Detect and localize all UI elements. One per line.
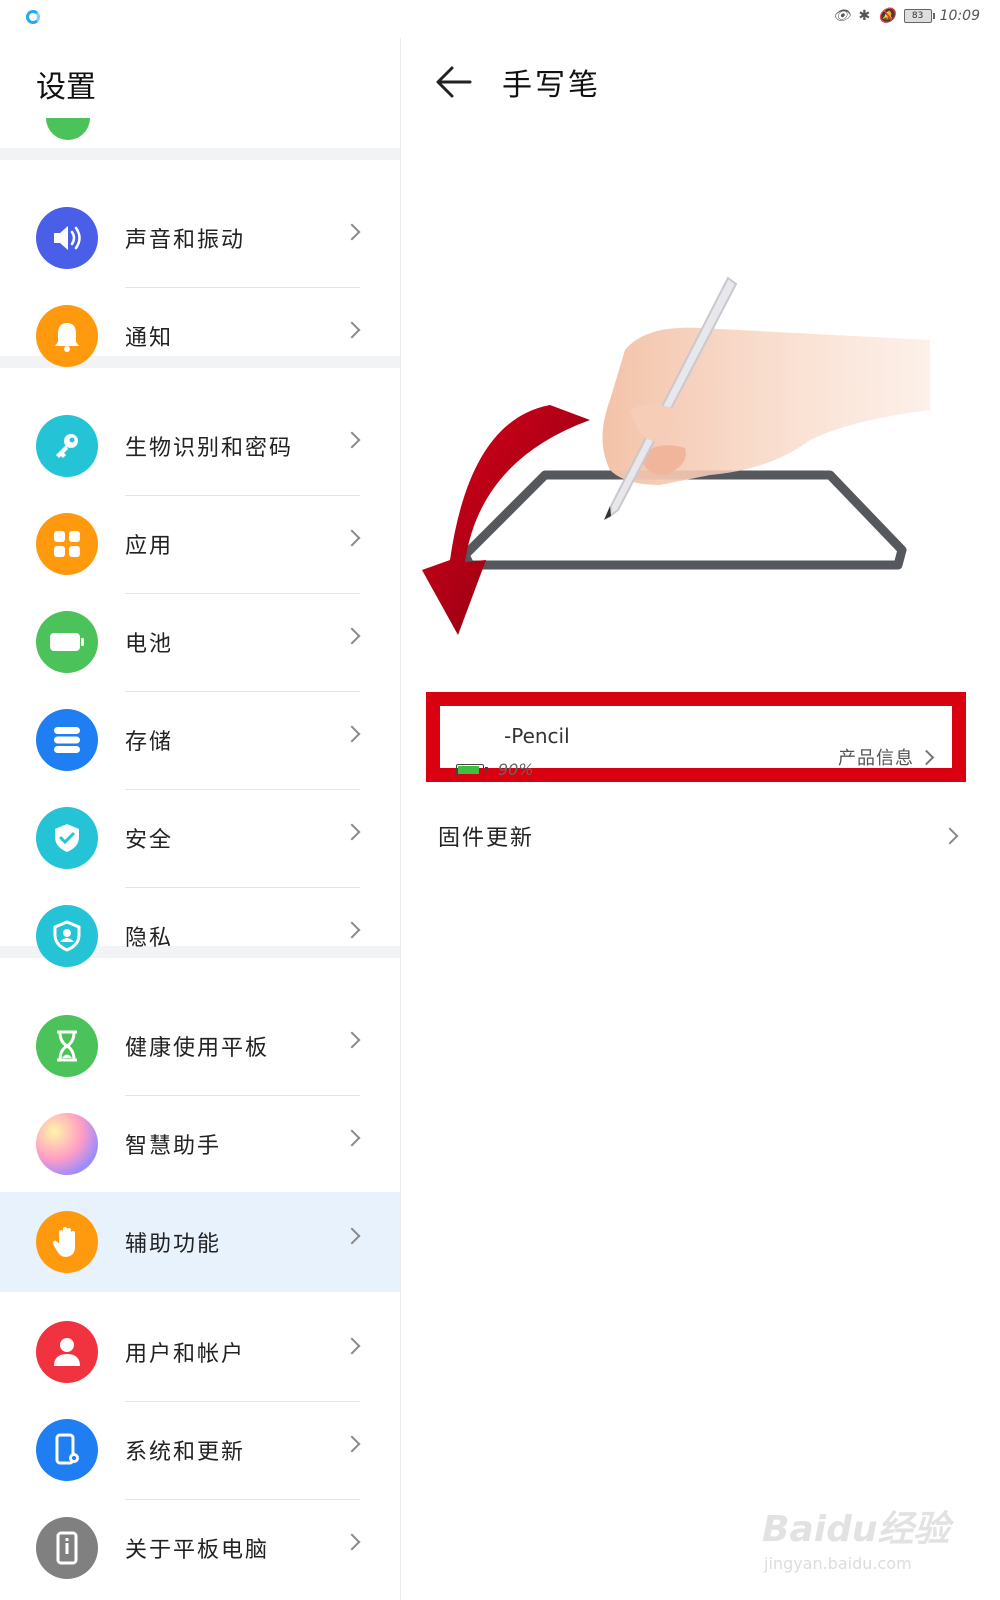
stylus-illustration — [410, 270, 1000, 650]
sidebar-item-label: 声音和振动 — [125, 228, 246, 253]
assistant-orb-icon — [36, 1113, 98, 1175]
apps-grid-icon — [36, 513, 98, 575]
chevron-right-icon — [343, 823, 361, 841]
sidebar-item[interactable]: 系统和更新 — [0, 1400, 400, 1500]
sidebar-item-label: 智慧助手 — [125, 1134, 222, 1159]
pencil-name: -Pencil — [504, 724, 570, 748]
sidebar-item[interactable]: 电池 — [0, 592, 400, 692]
sidebar-item[interactable]: 应用 — [0, 494, 400, 594]
hand-icon — [36, 1211, 98, 1273]
bluetooth-icon: ✱ — [858, 8, 871, 24]
sidebar-item[interactable]: 健康使用平板 — [0, 996, 400, 1096]
pencil-battery-percent: 90% — [498, 760, 534, 779]
sidebar-item[interactable]: 辅助功能 — [0, 1192, 400, 1292]
chevron-right-icon — [343, 1533, 361, 1551]
sidebar-item-label: 电池 — [125, 632, 174, 657]
sidebar-item[interactable]: 声音和振动 — [0, 188, 400, 288]
chevron-right-icon — [343, 321, 361, 339]
back-arrow-icon[interactable] — [434, 62, 474, 102]
sidebar-item[interactable]: 生物识别和密码 — [0, 396, 400, 496]
sidebar-item-label: 健康使用平板 — [125, 1036, 270, 1061]
sidebar-title: 设置 — [36, 70, 96, 105]
watermark-brand: Baidu经验 — [762, 1509, 950, 1550]
hourglass-icon — [36, 1015, 98, 1077]
sidebar-item-label: 用户和帐户 — [125, 1342, 246, 1367]
sidebar-item[interactable]: 智慧助手 — [0, 1094, 400, 1194]
bell-icon — [36, 305, 98, 367]
partial-icon — [46, 118, 90, 140]
chevron-right-icon — [343, 1435, 361, 1453]
chevron-right-icon — [343, 725, 361, 743]
firmware-update-label: 固件更新 — [438, 826, 535, 851]
chevron-right-icon — [918, 749, 935, 766]
chevron-right-icon — [343, 1337, 361, 1355]
sidebar-item-label: 安全 — [125, 828, 174, 853]
system-phone-icon — [36, 1419, 98, 1481]
chevron-right-icon — [343, 1227, 361, 1245]
sidebar-item-label: 应用 — [125, 534, 174, 559]
speaker-icon — [36, 207, 98, 269]
chevron-right-icon — [343, 431, 361, 449]
sidebar-item-label: 关于平板电脑 — [125, 1538, 270, 1563]
pencil-device-card[interactable]: -Pencil 90% 产品信息 — [426, 692, 966, 782]
battery-indicator: 83 — [903, 9, 935, 23]
mute-icon: 🔕 — [878, 8, 896, 24]
chevron-right-icon — [343, 921, 361, 939]
sidebar-item-label: 辅助功能 — [125, 1232, 222, 1257]
sidebar-item[interactable]: 安全 — [0, 788, 400, 888]
sidebar-item-label: 系统和更新 — [125, 1440, 246, 1465]
page-title: 手写笔 — [502, 68, 601, 103]
firmware-update-row[interactable]: 固件更新 — [410, 800, 980, 870]
sidebar-item[interactable]: 通知 — [0, 286, 400, 386]
app-notification-icon — [26, 10, 40, 24]
watermark-url: jingyan.baidu.com — [764, 1554, 912, 1573]
sidebar-item-label: 生物识别和密码 — [125, 436, 294, 461]
status-bar: 👁 ✱ 🔕 83 10:09 — [0, 0, 1000, 38]
product-info-link[interactable]: 产品信息 — [838, 744, 914, 770]
chevron-right-icon — [343, 529, 361, 547]
storage-icon — [36, 709, 98, 771]
sidebar-item-label: 通知 — [125, 326, 174, 351]
chevron-right-icon — [343, 627, 361, 645]
battery-icon — [36, 611, 98, 673]
settings-sidebar: 设置 声音和振动通知生物识别和密码 应用电池存储安全隐私健康使用平板 智慧助手辅助功… — [0, 38, 401, 1600]
user-icon — [36, 1321, 98, 1383]
clock: 10:09 — [939, 8, 980, 24]
shield-check-icon — [36, 807, 98, 869]
sidebar-item-label: 隐私 — [125, 926, 174, 951]
info-phone-icon — [36, 1517, 98, 1579]
watermark: Baidu经验 jingyan.baidu.com — [758, 1478, 968, 1588]
sidebar-item-label: 存储 — [125, 730, 174, 755]
sidebar-item[interactable]: 存储 — [0, 690, 400, 790]
chevron-right-icon — [343, 223, 361, 241]
sidebar-item[interactable]: 关于平板电脑 — [0, 1498, 400, 1598]
chevron-right-icon — [343, 1129, 361, 1147]
pencil-battery-icon — [456, 764, 488, 776]
key-icon — [36, 415, 98, 477]
sidebar-item[interactable]: 用户和帐户 — [0, 1302, 400, 1402]
chevron-right-icon — [941, 827, 959, 845]
privacy-shield-icon — [36, 905, 98, 967]
section-gap — [0, 148, 400, 160]
chevron-right-icon — [343, 1031, 361, 1049]
sidebar-item[interactable]: 隐私 — [0, 886, 400, 986]
eye-comfort-icon: 👁 — [832, 8, 851, 24]
